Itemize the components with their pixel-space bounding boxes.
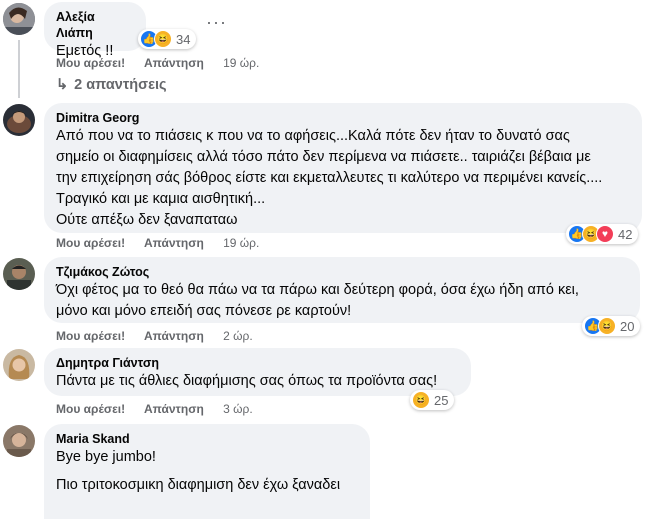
- comment-text-line: Τραγικό και με καμια αισθητική...: [56, 191, 266, 207]
- comment-actions: Μου αρέσει! Απάντηση 3 ώρ.: [56, 402, 269, 416]
- reply-button[interactable]: Απάντηση: [144, 56, 204, 70]
- comment-author[interactable]: Αλεξία Λιάπη: [56, 9, 134, 41]
- reaction-summary[interactable]: 👍 😆 34: [138, 29, 197, 49]
- comment-text-line: την επιχείρηση σάς βόθρος είστε και εκμε…: [56, 170, 603, 186]
- comment-text-line: σημείο οι διαφημίσεις αλλά τόσο πάτο δεν…: [56, 149, 591, 165]
- comment-actions: Μου αρέσει! Απάντηση 19 ώρ.: [56, 236, 275, 250]
- comment-timestamp[interactable]: 2 ώρ.: [223, 329, 253, 343]
- reply-button[interactable]: Απάντηση: [144, 402, 204, 416]
- comment-timestamp[interactable]: 3 ώρ.: [223, 402, 253, 416]
- thread-line: [18, 40, 20, 98]
- comment-bubble: Αλεξία Λιάπη Εμετός !!: [44, 2, 146, 59]
- avatar-photo: [3, 258, 35, 290]
- comment-author[interactable]: Τζιμάκος Ζώτος: [56, 264, 628, 280]
- comment-bubble: Dimitra Georg Από που να το πιάσεις κ πο…: [44, 103, 642, 233]
- comment-text-line: Πιο τριτοκοσμικη διαφημιση δεν έχω ξαναδ…: [56, 477, 341, 493]
- reaction-count: 20: [620, 318, 635, 334]
- comment-actions: Μου αρέσει! Απάντηση 2 ώρ.: [56, 329, 269, 343]
- reply-button[interactable]: Απάντηση: [144, 329, 204, 343]
- reply-button[interactable]: Απάντηση: [144, 236, 204, 250]
- reply-arrow-icon: ↳: [56, 77, 69, 93]
- avatar[interactable]: [3, 349, 35, 381]
- avatar[interactable]: [3, 3, 35, 35]
- more-options-icon[interactable]: ···: [206, 12, 227, 33]
- comment-actions: Μου αρέσει! Απάντηση 19 ώρ.: [56, 56, 275, 70]
- like-button[interactable]: Μου αρέσει!: [56, 329, 125, 343]
- avatar[interactable]: [3, 104, 35, 136]
- comment-author[interactable]: Dimitra Georg: [56, 110, 630, 126]
- comment-timestamp[interactable]: 19 ώρ.: [223, 236, 259, 250]
- reaction-summary[interactable]: 😆 25: [410, 390, 455, 410]
- reaction-summary[interactable]: 👍 😆 ♥ 42: [566, 224, 639, 244]
- replies-count: 2 απαντήσεις: [74, 77, 167, 93]
- comment-text-line: μόνο και μόνο επειδή σας πόνεσε ρε καρτο…: [56, 303, 352, 319]
- like-button[interactable]: Μου αρέσει!: [56, 56, 125, 70]
- haha-icon: 😆: [598, 317, 616, 335]
- haha-icon: 😆: [412, 391, 430, 409]
- comment-bubble: Τζιμάκος Ζώτος Όχι φέτος μα το θεό θα πά…: [44, 257, 640, 323]
- reaction-count: 34: [176, 31, 191, 47]
- avatar-photo: [3, 104, 35, 136]
- comment-text-line: Από που να το πιάσεις κ που να το αφήσει…: [56, 128, 570, 144]
- avatar-photo: [3, 3, 35, 35]
- like-button[interactable]: Μου αρέσει!: [56, 236, 125, 250]
- comment-text-line: [56, 468, 358, 475]
- comment-author[interactable]: Maria Skand: [56, 431, 358, 447]
- comment-bubble: Maria Skand Bye bye jumbo! Πιο τριτοκοσμ…: [44, 424, 370, 519]
- avatar-photo: [3, 349, 35, 381]
- comment-text: Πάντα με τις άθλιες διαφήμισης σας όπως …: [56, 373, 438, 389]
- love-icon: ♥: [596, 225, 614, 243]
- view-replies-link[interactable]: ↳ 2 απαντήσεις: [56, 77, 167, 93]
- comment-timestamp[interactable]: 19 ώρ.: [223, 56, 259, 70]
- reaction-summary[interactable]: 👍 😆 20: [582, 316, 641, 336]
- like-button[interactable]: Μου αρέσει!: [56, 402, 125, 416]
- comment-text-line: Ούτε απέξω δεν ξαναπαταω: [56, 212, 238, 228]
- comment-text-line: Bye bye jumbo!: [56, 449, 156, 465]
- comment-text-line: Όχι φέτος μα το θεό θα πάω να τα πάρω κα…: [56, 282, 579, 298]
- avatar[interactable]: [3, 425, 35, 457]
- avatar[interactable]: [3, 258, 35, 290]
- haha-icon: 😆: [154, 30, 172, 48]
- avatar-photo: [3, 425, 35, 457]
- comment-bubble: Δημητρα Γιάντση Πάντα με τις άθλιες διαφ…: [44, 348, 471, 396]
- reaction-count: 25: [434, 392, 449, 408]
- comment-author[interactable]: Δημητρα Γιάντση: [56, 355, 459, 371]
- reaction-count: 42: [618, 226, 633, 242]
